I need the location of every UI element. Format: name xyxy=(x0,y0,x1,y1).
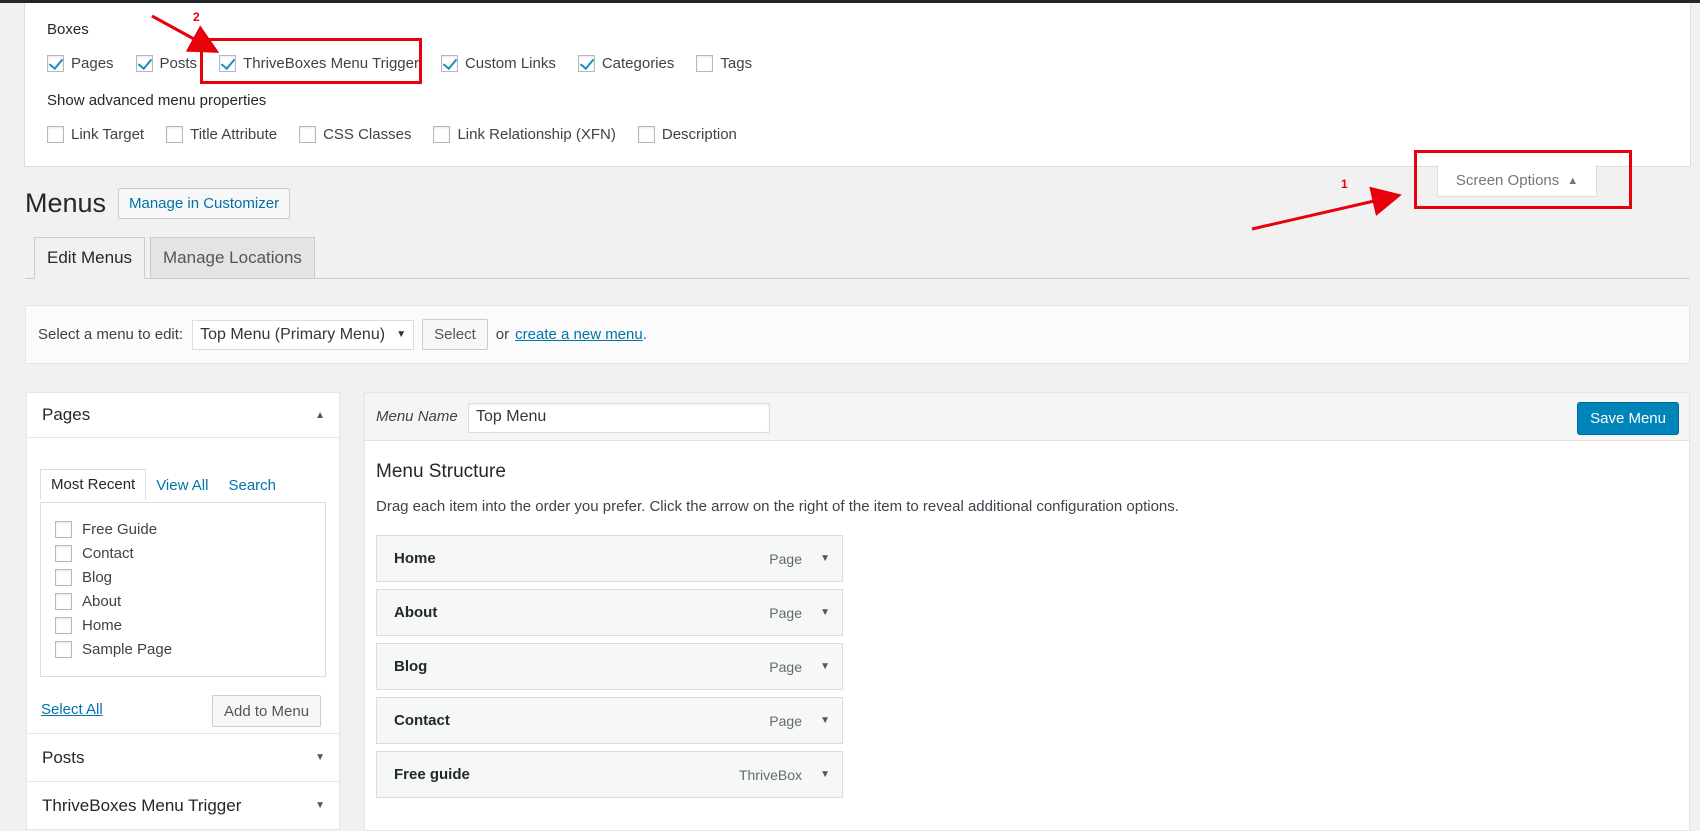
page-item-label: Home xyxy=(82,616,123,634)
tab-view-all[interactable]: View All xyxy=(146,471,218,500)
menu-structure-title: Menu Structure xyxy=(376,461,506,482)
caret-down-icon: ▼ xyxy=(396,329,407,340)
menu-item-about[interactable]: About Page ▼ xyxy=(376,589,843,636)
triangle-up-icon: ▲ xyxy=(315,409,325,421)
menu-editor-header: Menu Name Top Menu Save Menu xyxy=(365,393,1689,441)
checkbox[interactable] xyxy=(55,616,72,634)
list-item[interactable]: Contact xyxy=(55,541,325,565)
select-button[interactable]: Select xyxy=(422,319,488,350)
menu-item-title: Blog xyxy=(394,658,428,675)
tab-most-recent[interactable]: Most Recent xyxy=(40,469,147,500)
select-all-link[interactable]: Select All xyxy=(41,701,103,718)
thriveboxes-accordion-header[interactable]: ThriveBoxes Menu Trigger ▼ xyxy=(26,782,340,830)
selected-menu-value: Top Menu (Primary Menu) xyxy=(200,325,386,343)
list-item[interactable]: Blog xyxy=(55,565,325,589)
menu-item-home[interactable]: Home Page ▼ xyxy=(376,535,843,582)
menu-item-title: Free guide xyxy=(394,766,470,783)
pages-list: Free Guide Contact Blog About Home Sample Pag… xyxy=(40,502,326,677)
screen-options-label: Screen Options xyxy=(1455,172,1560,189)
page-item-label: Sample Page xyxy=(82,640,173,658)
create-new-menu-link[interactable]: create a new menu xyxy=(515,326,643,343)
checkbox[interactable] xyxy=(55,568,72,586)
menu-item-blog[interactable]: Blog Page ▼ xyxy=(376,643,843,690)
or-text: or xyxy=(495,326,510,343)
checkbox[interactable] xyxy=(55,592,72,610)
thriveboxes-accordion-title: ThriveBoxes Menu Trigger xyxy=(42,795,242,815)
menu-name-label: Menu Name xyxy=(376,408,458,425)
caret-down-icon[interactable]: ▼ xyxy=(820,715,830,726)
list-item[interactable]: Home xyxy=(55,613,325,637)
triangle-down-icon: ▼ xyxy=(315,752,325,763)
arrow-to-thriveboxes xyxy=(151,14,220,53)
menu-item-type: Page xyxy=(769,712,802,729)
menu-item-title: Contact xyxy=(394,712,450,729)
list-item[interactable]: Sample Page xyxy=(55,637,325,661)
menu-item-contact[interactable]: Contact Page ▼ xyxy=(376,697,843,744)
page-item-label: Blog xyxy=(82,568,113,586)
screen-options-toggle[interactable]: Screen Options ▲ xyxy=(1437,165,1597,197)
add-menu-items-column: Pages ▲ Most Recent View All Search Free… xyxy=(26,392,340,830)
triangle-down-icon: ▼ xyxy=(315,800,325,811)
page-title: Menus xyxy=(25,188,107,218)
menu-item-type: Page xyxy=(769,658,802,675)
pages-accordion-title: Pages xyxy=(42,405,91,424)
triangle-up-icon: ▲ xyxy=(1567,174,1579,187)
page-item-label: Contact xyxy=(82,544,134,562)
select-menu-bar: Select a menu to edit: Top Menu (Primary… xyxy=(25,305,1690,364)
checkbox[interactable] xyxy=(55,640,72,658)
menu-item-type: Page xyxy=(769,550,802,567)
period-text: . xyxy=(642,326,647,343)
tab-manage-locations[interactable]: Manage Locations xyxy=(150,237,315,279)
menu-item-title: Home xyxy=(394,550,436,567)
page-item-label: Free Guide xyxy=(82,520,158,538)
tab-edit-menus[interactable]: Edit Menus xyxy=(34,237,146,279)
caret-down-icon[interactable]: ▼ xyxy=(820,553,830,564)
menu-structure-description: Drag each item into the order you prefer… xyxy=(376,498,1179,515)
arrow-to-screen-options xyxy=(1251,186,1402,231)
caret-down-icon[interactable]: ▼ xyxy=(820,769,830,780)
pages-tabs: Most Recent View All Search xyxy=(40,469,286,500)
save-menu-button[interactable]: Save Menu xyxy=(1577,402,1679,435)
list-item[interactable]: About xyxy=(55,589,325,613)
posts-accordion-title: Posts xyxy=(42,747,85,767)
menu-name-input[interactable]: Top Menu xyxy=(468,403,770,433)
tab-search[interactable]: Search xyxy=(218,471,286,500)
page-item-label: About xyxy=(82,592,122,610)
list-item[interactable]: Free Guide xyxy=(55,517,325,541)
menu-item-free-guide[interactable]: Free guide ThriveBox ▼ xyxy=(376,751,843,798)
pages-accordion-header[interactable]: Pages ▲ xyxy=(26,392,340,438)
manage-in-customizer-button[interactable]: Manage in Customizer xyxy=(118,188,291,219)
pages-accordion-body: Most Recent View All Search Free Guide Co… xyxy=(26,438,340,734)
caret-down-icon[interactable]: ▼ xyxy=(820,607,830,618)
add-to-menu-button[interactable]: Add to Menu xyxy=(212,695,322,727)
checkbox[interactable] xyxy=(55,544,72,562)
caret-down-icon[interactable]: ▼ xyxy=(820,661,830,672)
menu-item-title: About xyxy=(394,604,438,621)
menu-item-type: Page xyxy=(769,604,802,621)
menu-select-dropdown[interactable]: Top Menu (Primary Menu) ▼ xyxy=(192,319,415,350)
menu-editor: Menu Name Top Menu Save Menu Menu Struct… xyxy=(364,392,1690,831)
menu-item-type: ThriveBox xyxy=(738,766,802,783)
select-menu-label: Select a menu to edit: xyxy=(38,326,184,343)
checkbox[interactable] xyxy=(55,520,72,538)
posts-accordion-header[interactable]: Posts ▼ xyxy=(26,734,340,782)
